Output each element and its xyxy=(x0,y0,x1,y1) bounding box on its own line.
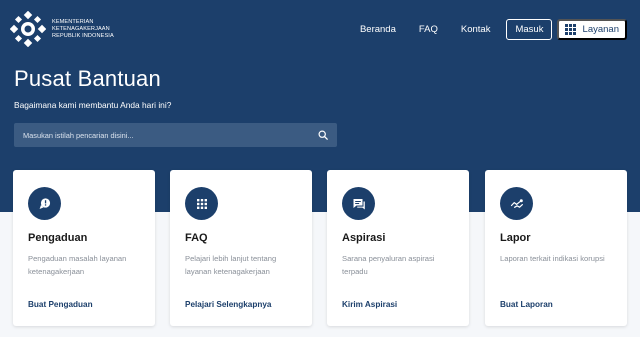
page-title: Pusat Bantuan xyxy=(14,66,161,91)
login-button[interactable]: Masuk xyxy=(506,19,553,40)
nav-kontak[interactable]: Kontak xyxy=(461,24,491,35)
search-bar xyxy=(14,123,337,147)
search-icon xyxy=(318,130,328,140)
search-button[interactable] xyxy=(309,123,337,147)
help-card-faq[interactable]: FAQ Pelajari lebih lanjut tentang layana… xyxy=(170,170,312,326)
login-button-label: Masuk xyxy=(515,24,544,35)
card-title: FAQ xyxy=(185,232,208,244)
help-card-lapor[interactable]: Lapor Laporan terkait indikasi korupsi B… xyxy=(485,170,627,326)
card-description: Sarana penyaluran aspirasi terpadu xyxy=(342,254,435,276)
chat-icon xyxy=(342,187,375,220)
report-icon xyxy=(500,187,533,220)
ministry-name-line2: KETENAGAKERJAAN xyxy=(52,25,110,32)
ministry-name: KEMENTERIAN KETENAGAKERJAAN REPUBLIK IND… xyxy=(52,19,114,40)
ministry-logo[interactable]: KEMENTERIAN KETENAGAKERJAAN REPUBLIK IND… xyxy=(9,10,114,48)
card-title: Aspirasi xyxy=(342,232,386,244)
help-card-aspirasi[interactable]: Aspirasi Sarana penyaluran aspirasi terp… xyxy=(327,170,469,326)
ministry-emblem-icon xyxy=(9,10,47,48)
nav-beranda[interactable]: Beranda xyxy=(360,24,396,35)
card-link-pelajari-selengkapnya[interactable]: Pelajari Selengkapnya xyxy=(185,300,271,309)
card-link-buat-pengaduan[interactable]: Buat Pengaduan xyxy=(28,300,93,309)
card-description: Pengaduan masalah layanan ketenagakerjaa… xyxy=(28,254,127,276)
help-card-pengaduan[interactable]: Pengaduan Pengaduan masalah layanan kete… xyxy=(13,170,155,326)
ministry-name-line1: KEMENTERIAN xyxy=(52,18,94,25)
card-link-buat-laporan[interactable]: Buat Laporan xyxy=(500,300,553,309)
card-link-kirim-aspirasi[interactable]: Kirim Aspirasi xyxy=(342,300,397,309)
services-button[interactable]: Layanan xyxy=(557,19,627,40)
card-title: Lapor xyxy=(500,232,531,244)
card-description: Laporan terkait indikasi korupsi xyxy=(500,254,605,263)
complaint-icon xyxy=(28,187,61,220)
top-nav: Beranda FAQ Kontak Masuk Layanan xyxy=(360,19,627,40)
card-title: Pengaduan xyxy=(28,232,88,244)
ministry-name-line3: REPUBLIK INDONESIA xyxy=(52,32,114,39)
apps-grid-icon xyxy=(565,24,576,35)
search-input[interactable] xyxy=(14,123,309,147)
page-subtitle: Bagaimana kami membantu Anda hari ini? xyxy=(14,100,172,110)
services-button-label: Layanan xyxy=(582,24,619,35)
nav-faq[interactable]: FAQ xyxy=(419,24,438,35)
grid-icon xyxy=(185,187,218,220)
card-description: Pelajari lebih lanjut tentang layanan ke… xyxy=(185,254,277,276)
